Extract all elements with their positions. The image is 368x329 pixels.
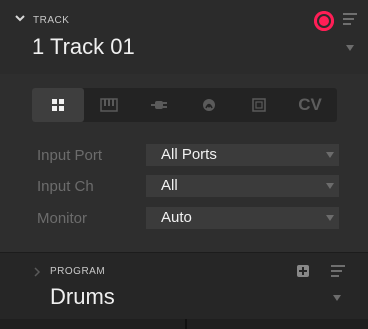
audio-icon xyxy=(203,99,215,111)
monitor-select[interactable]: Auto xyxy=(146,207,339,229)
track-header: TRACK 1 Track 01 xyxy=(0,0,368,74)
track-name[interactable]: 1 Track 01 xyxy=(32,34,135,60)
bottom-divider xyxy=(185,319,187,329)
program-section-label: PROGRAM xyxy=(50,266,106,277)
input-port-label: Input Port xyxy=(37,147,103,164)
track-menu-icon[interactable] xyxy=(343,13,357,25)
add-program-button[interactable] xyxy=(297,265,309,277)
input-ch-label: Input Ch xyxy=(37,178,94,195)
input-port-value: All Ports xyxy=(161,146,217,163)
screen-icon xyxy=(252,98,266,112)
collapse-chevron-icon[interactable] xyxy=(14,12,26,24)
plug-icon xyxy=(151,101,167,109)
expand-chevron-icon[interactable] xyxy=(33,267,41,277)
chevron-down-icon xyxy=(326,152,334,158)
program-menu-icon[interactable] xyxy=(331,265,345,277)
program-name[interactable]: Drums xyxy=(50,284,115,310)
input-ch-value: All xyxy=(161,177,178,194)
tab-grid[interactable] xyxy=(32,88,84,122)
input-ch-select[interactable]: All xyxy=(146,175,339,197)
tab-keyboard[interactable] xyxy=(83,88,135,122)
monitor-value: Auto xyxy=(161,209,192,226)
tab-cv[interactable]: CV xyxy=(284,88,336,122)
track-section-label: TRACK xyxy=(33,15,70,26)
input-port-select[interactable]: All Ports xyxy=(146,144,339,166)
tab-screen[interactable] xyxy=(233,88,285,122)
track-type-tabbar: CV xyxy=(32,88,337,122)
grid-icon xyxy=(52,99,64,111)
tab-plugin[interactable] xyxy=(133,88,185,122)
track-settings: CV Input Port All Ports Input Ch All Mon… xyxy=(0,74,368,252)
chevron-down-icon xyxy=(326,183,334,189)
keyboard-icon xyxy=(100,98,118,112)
track-inspector-panel: TRACK 1 Track 01 CV Input Port All Ports… xyxy=(0,0,368,329)
program-section: PROGRAM Drums xyxy=(0,252,368,320)
bottom-strip xyxy=(0,319,368,329)
chevron-down-icon xyxy=(326,215,334,221)
tab-audio[interactable] xyxy=(183,88,235,122)
monitor-label: Monitor xyxy=(37,210,88,227)
track-dropdown-arrow-icon[interactable] xyxy=(346,45,354,51)
tab-cv-label: CV xyxy=(298,95,322,114)
record-icon xyxy=(319,16,329,26)
program-dropdown-arrow-icon[interactable] xyxy=(333,295,341,301)
